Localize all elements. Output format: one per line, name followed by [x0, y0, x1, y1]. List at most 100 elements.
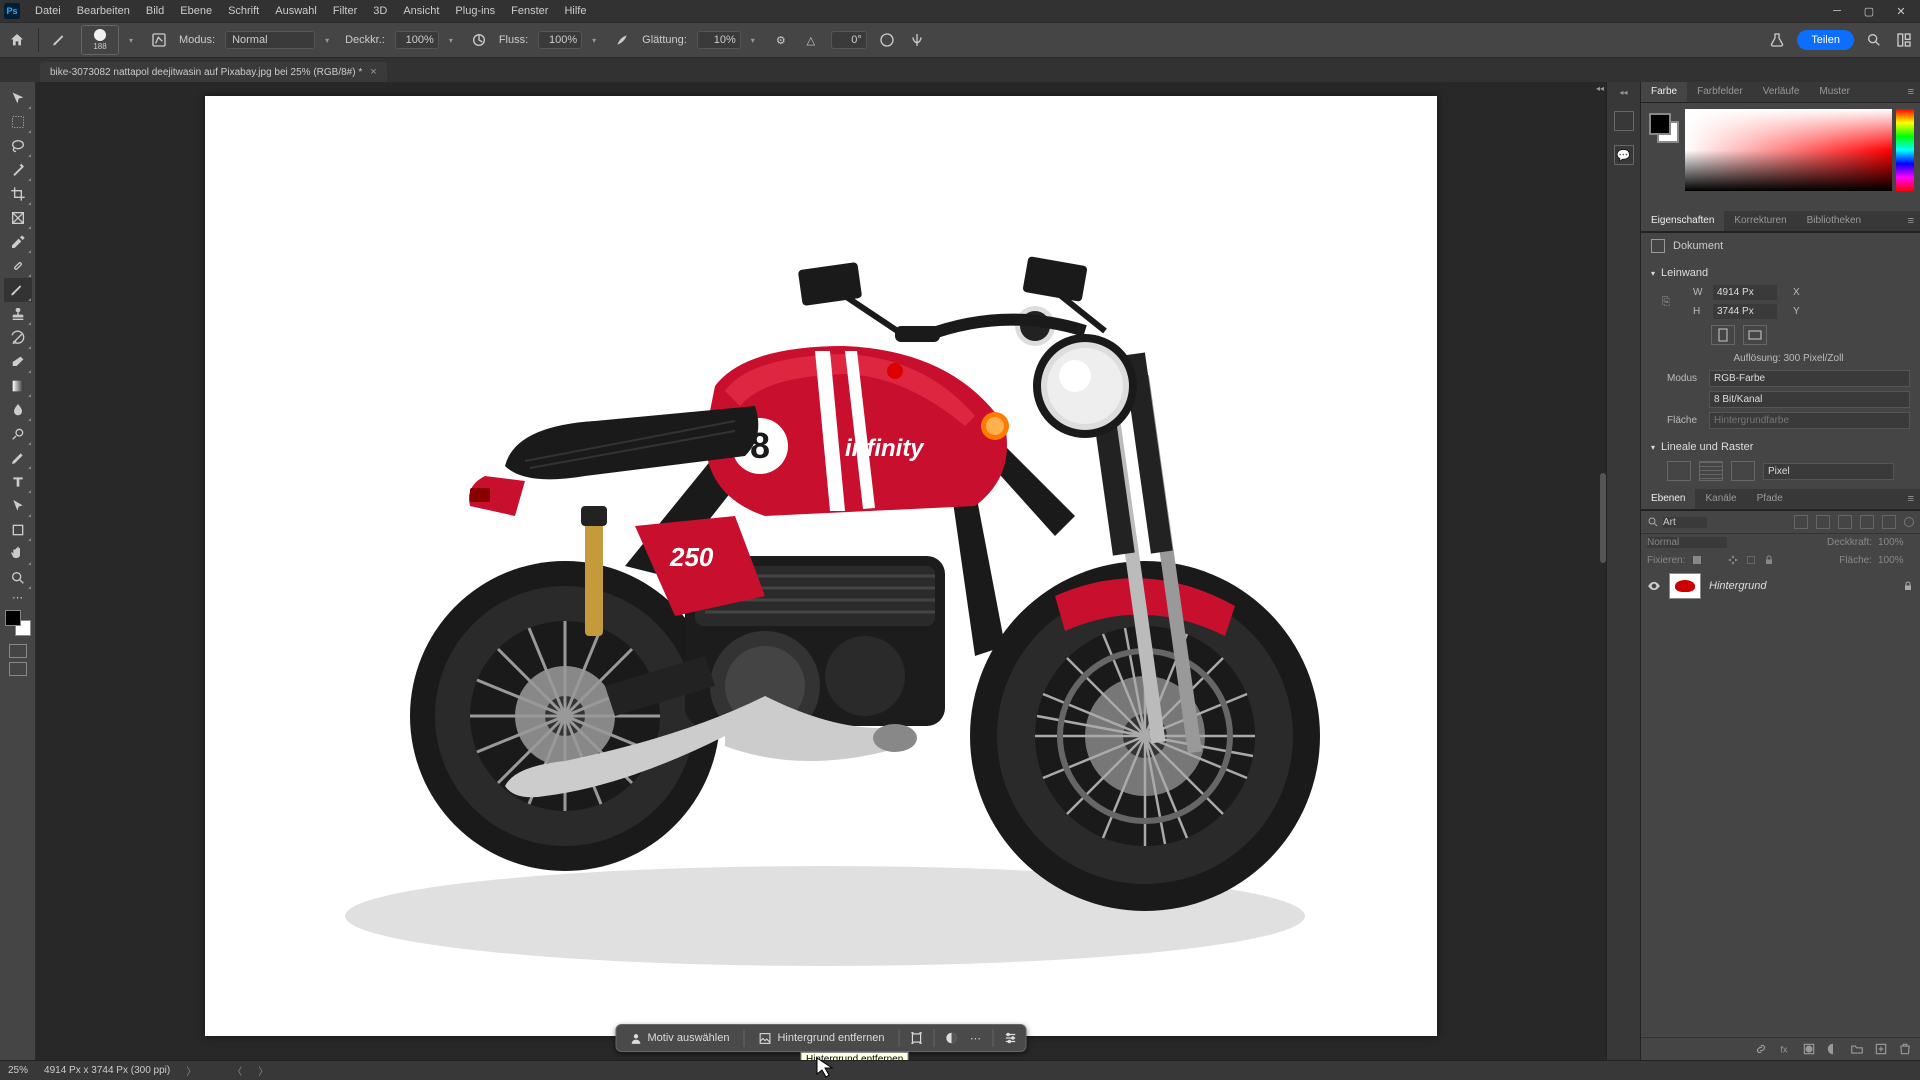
share-button[interactable]: Teilen	[1797, 30, 1854, 50]
menu-bild[interactable]: Bild	[139, 3, 171, 19]
dodge-tool[interactable]	[4, 422, 32, 446]
ruler-btn-3[interactable]	[1731, 461, 1755, 481]
beaker-icon[interactable]	[1767, 30, 1787, 50]
link-dimensions-icon[interactable]: ⎘	[1659, 290, 1673, 314]
ruler-btn-2[interactable]	[1699, 461, 1723, 481]
pen-tool[interactable]	[4, 446, 32, 470]
minimize-button[interactable]: ─	[1830, 4, 1844, 18]
zoom-level[interactable]: 25%	[8, 1065, 28, 1076]
panel-menu-icon[interactable]: ≡	[1902, 82, 1920, 102]
symmetry-icon[interactable]	[907, 30, 927, 50]
collapsed-panel-1[interactable]	[1614, 111, 1634, 131]
doc-dimensions[interactable]: 4914 Px x 3744 Px (300 ppi)	[44, 1065, 170, 1076]
filter-adjust-icon[interactable]	[1816, 515, 1830, 529]
smoothing-input[interactable]: 10%	[697, 31, 741, 49]
marquee-tool[interactable]	[4, 110, 32, 134]
portrait-button[interactable]	[1711, 325, 1735, 345]
brush-preset-caret[interactable]: ▾	[129, 36, 139, 45]
remove-background-button[interactable]: Hintergrund entfernen	[754, 1029, 888, 1047]
heal-tool[interactable]	[4, 254, 32, 278]
width-input[interactable]: 4914 Px	[1713, 285, 1777, 300]
layer-lock-icon[interactable]	[1902, 580, 1914, 592]
tab-farbfelder[interactable]: Farbfelder	[1687, 82, 1753, 102]
close-button[interactable]: ✕	[1894, 4, 1908, 18]
blur-tool[interactable]	[4, 398, 32, 422]
menu-auswahl[interactable]: Auswahl	[268, 3, 324, 19]
screenmode-toggle[interactable]	[9, 662, 27, 676]
lock-artboard-icon[interactable]	[1745, 554, 1757, 566]
vertical-scrollbar[interactable]	[1600, 473, 1606, 563]
group-icon[interactable]	[1850, 1042, 1864, 1056]
panel-menu-icon[interactable]: ≡	[1902, 211, 1920, 231]
hue-slider[interactable]	[1896, 109, 1914, 191]
layer-background[interactable]: Hintergrund	[1641, 569, 1920, 603]
tab-pfade[interactable]: Pfade	[1747, 489, 1793, 509]
filter-kind-select[interactable]: Art	[1663, 517, 1707, 528]
stamp-tool[interactable]	[4, 302, 32, 326]
frame-tool[interactable]	[4, 206, 32, 230]
brush-panel-toggle-icon[interactable]	[149, 30, 169, 50]
layer-mask-icon[interactable]	[1802, 1042, 1816, 1056]
tab-kanaele[interactable]: Kanäle	[1695, 489, 1746, 509]
tab-eigenschaften[interactable]: Eigenschaften	[1641, 211, 1724, 231]
tab-bibliotheken[interactable]: Bibliotheken	[1797, 211, 1871, 231]
angle-input[interactable]: 0°	[831, 31, 867, 49]
canvas-section-header[interactable]: ▾Leinwand	[1651, 263, 1910, 283]
collapsed-panel-2[interactable]: 💬	[1614, 145, 1634, 165]
history-brush-tool[interactable]	[4, 326, 32, 350]
bit-depth-select[interactable]: 8 Bit/Kanal	[1709, 391, 1910, 408]
panel-fg-swatch[interactable]	[1649, 113, 1671, 135]
workspace-icon[interactable]	[1894, 30, 1914, 50]
color-field[interactable]	[1685, 109, 1892, 191]
more-icon[interactable]: ⋯	[968, 1031, 982, 1045]
brush-tool[interactable]	[4, 278, 32, 302]
path-select-tool[interactable]	[4, 494, 32, 518]
home-button[interactable]	[6, 29, 28, 51]
mode-caret[interactable]: ▾	[325, 36, 335, 45]
opacity-input[interactable]: 100%	[395, 31, 439, 49]
wand-tool[interactable]	[4, 158, 32, 182]
pressure-size-icon[interactable]	[877, 30, 897, 50]
tab-muster[interactable]: Muster	[1809, 82, 1860, 102]
menu-datei[interactable]: Datei	[28, 3, 68, 19]
filter-type-icon[interactable]	[1838, 515, 1852, 529]
color-swatches[interactable]	[5, 610, 31, 636]
fill-select[interactable]: Hintergrundfarbe	[1709, 412, 1910, 429]
strip-collapse-arrows[interactable]: ◂◂	[1619, 88, 1627, 97]
lasso-tool[interactable]	[4, 134, 32, 158]
layer-visibility-icon[interactable]	[1647, 579, 1661, 593]
filter-search-icon[interactable]	[1647, 516, 1659, 528]
panel-menu-icon[interactable]: ≡	[1902, 489, 1920, 509]
eyedropper-tool[interactable]	[4, 230, 32, 254]
eraser-tool[interactable]	[4, 350, 32, 374]
tab-ebenen[interactable]: Ebenen	[1641, 489, 1695, 509]
lock-pixels-icon[interactable]	[1709, 554, 1721, 566]
status-next[interactable]: 〉	[258, 1063, 268, 1078]
filter-pixel-icon[interactable]	[1794, 515, 1808, 529]
select-subject-button[interactable]: Motiv auswählen	[625, 1029, 734, 1047]
lock-transparent-icon[interactable]	[1691, 554, 1703, 566]
type-tool[interactable]	[4, 470, 32, 494]
flow-caret[interactable]: ▾	[592, 36, 602, 45]
tab-verlaeufe[interactable]: Verläufe	[1753, 82, 1810, 102]
menu-schrift[interactable]: Schrift	[221, 3, 266, 19]
menu-3d[interactable]: 3D	[366, 3, 394, 19]
lock-position-icon[interactable]	[1727, 554, 1739, 566]
document-canvas[interactable]: 8 infinity 250	[205, 96, 1437, 1036]
document-tab-close[interactable]: ×	[370, 66, 376, 78]
pressure-opacity-icon[interactable]	[469, 30, 489, 50]
adjustments-icon[interactable]	[944, 1031, 958, 1045]
properties-icon[interactable]	[1003, 1031, 1017, 1045]
layer-name[interactable]: Hintergrund	[1709, 580, 1766, 592]
menu-fenster[interactable]: Fenster	[504, 3, 555, 19]
lock-all-icon[interactable]	[1763, 554, 1775, 566]
angle-icon[interactable]: △	[801, 30, 821, 50]
filter-toggle[interactable]	[1904, 517, 1914, 527]
filter-shape-icon[interactable]	[1860, 515, 1874, 529]
canvas-area[interactable]: ◂◂	[36, 82, 1606, 1060]
document-tab[interactable]: bike-3073082 nattapol deejitwasin auf Pi…	[40, 62, 387, 82]
smoothing-caret[interactable]: ▾	[751, 36, 761, 45]
maximize-button[interactable]: ▢	[1862, 4, 1876, 18]
crop-tool[interactable]	[4, 182, 32, 206]
link-layers-icon[interactable]	[1754, 1042, 1768, 1056]
